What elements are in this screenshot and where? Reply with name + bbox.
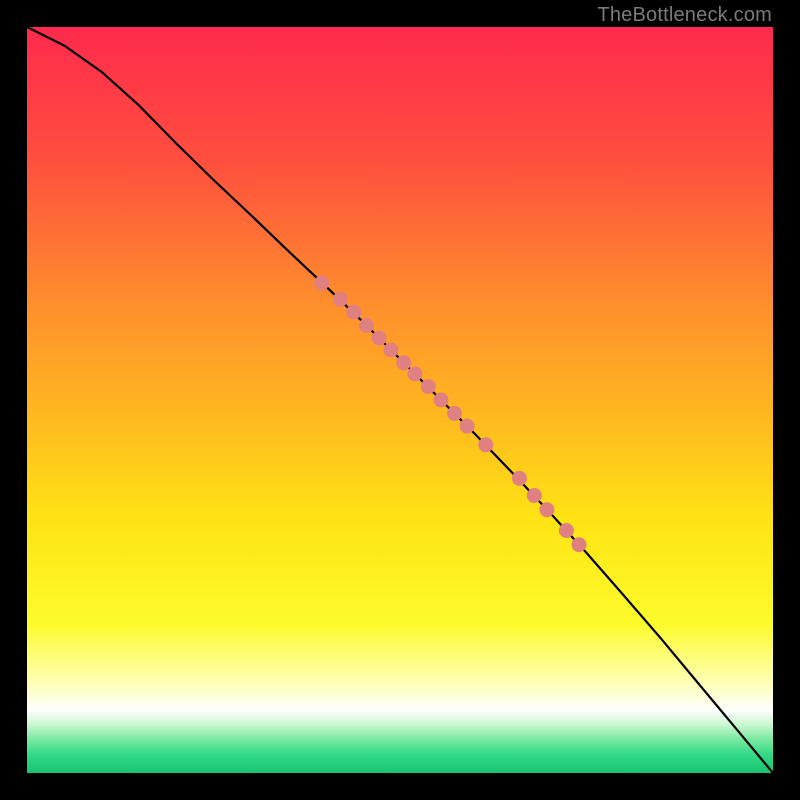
data-point xyxy=(359,318,374,333)
chart-svg xyxy=(27,27,773,773)
data-point xyxy=(384,343,399,358)
chart-frame: TheBottleneck.com xyxy=(0,0,800,800)
data-point xyxy=(527,488,542,503)
data-point xyxy=(559,523,574,538)
data-point xyxy=(314,275,329,290)
data-point xyxy=(572,537,587,552)
data-point xyxy=(478,437,493,452)
data-point xyxy=(460,419,475,434)
data-point xyxy=(512,471,527,486)
data-point xyxy=(372,331,387,346)
watermark-text: TheBottleneck.com xyxy=(597,4,772,27)
data-point xyxy=(434,393,449,408)
highlighted-points-group xyxy=(314,275,586,552)
plot-area xyxy=(27,27,773,773)
data-point xyxy=(540,502,555,517)
data-point xyxy=(396,355,411,370)
bottleneck-curve xyxy=(27,27,773,773)
data-point xyxy=(407,366,422,381)
data-point xyxy=(346,305,361,320)
data-point xyxy=(333,292,348,307)
data-point xyxy=(421,379,436,394)
data-point xyxy=(447,406,462,421)
